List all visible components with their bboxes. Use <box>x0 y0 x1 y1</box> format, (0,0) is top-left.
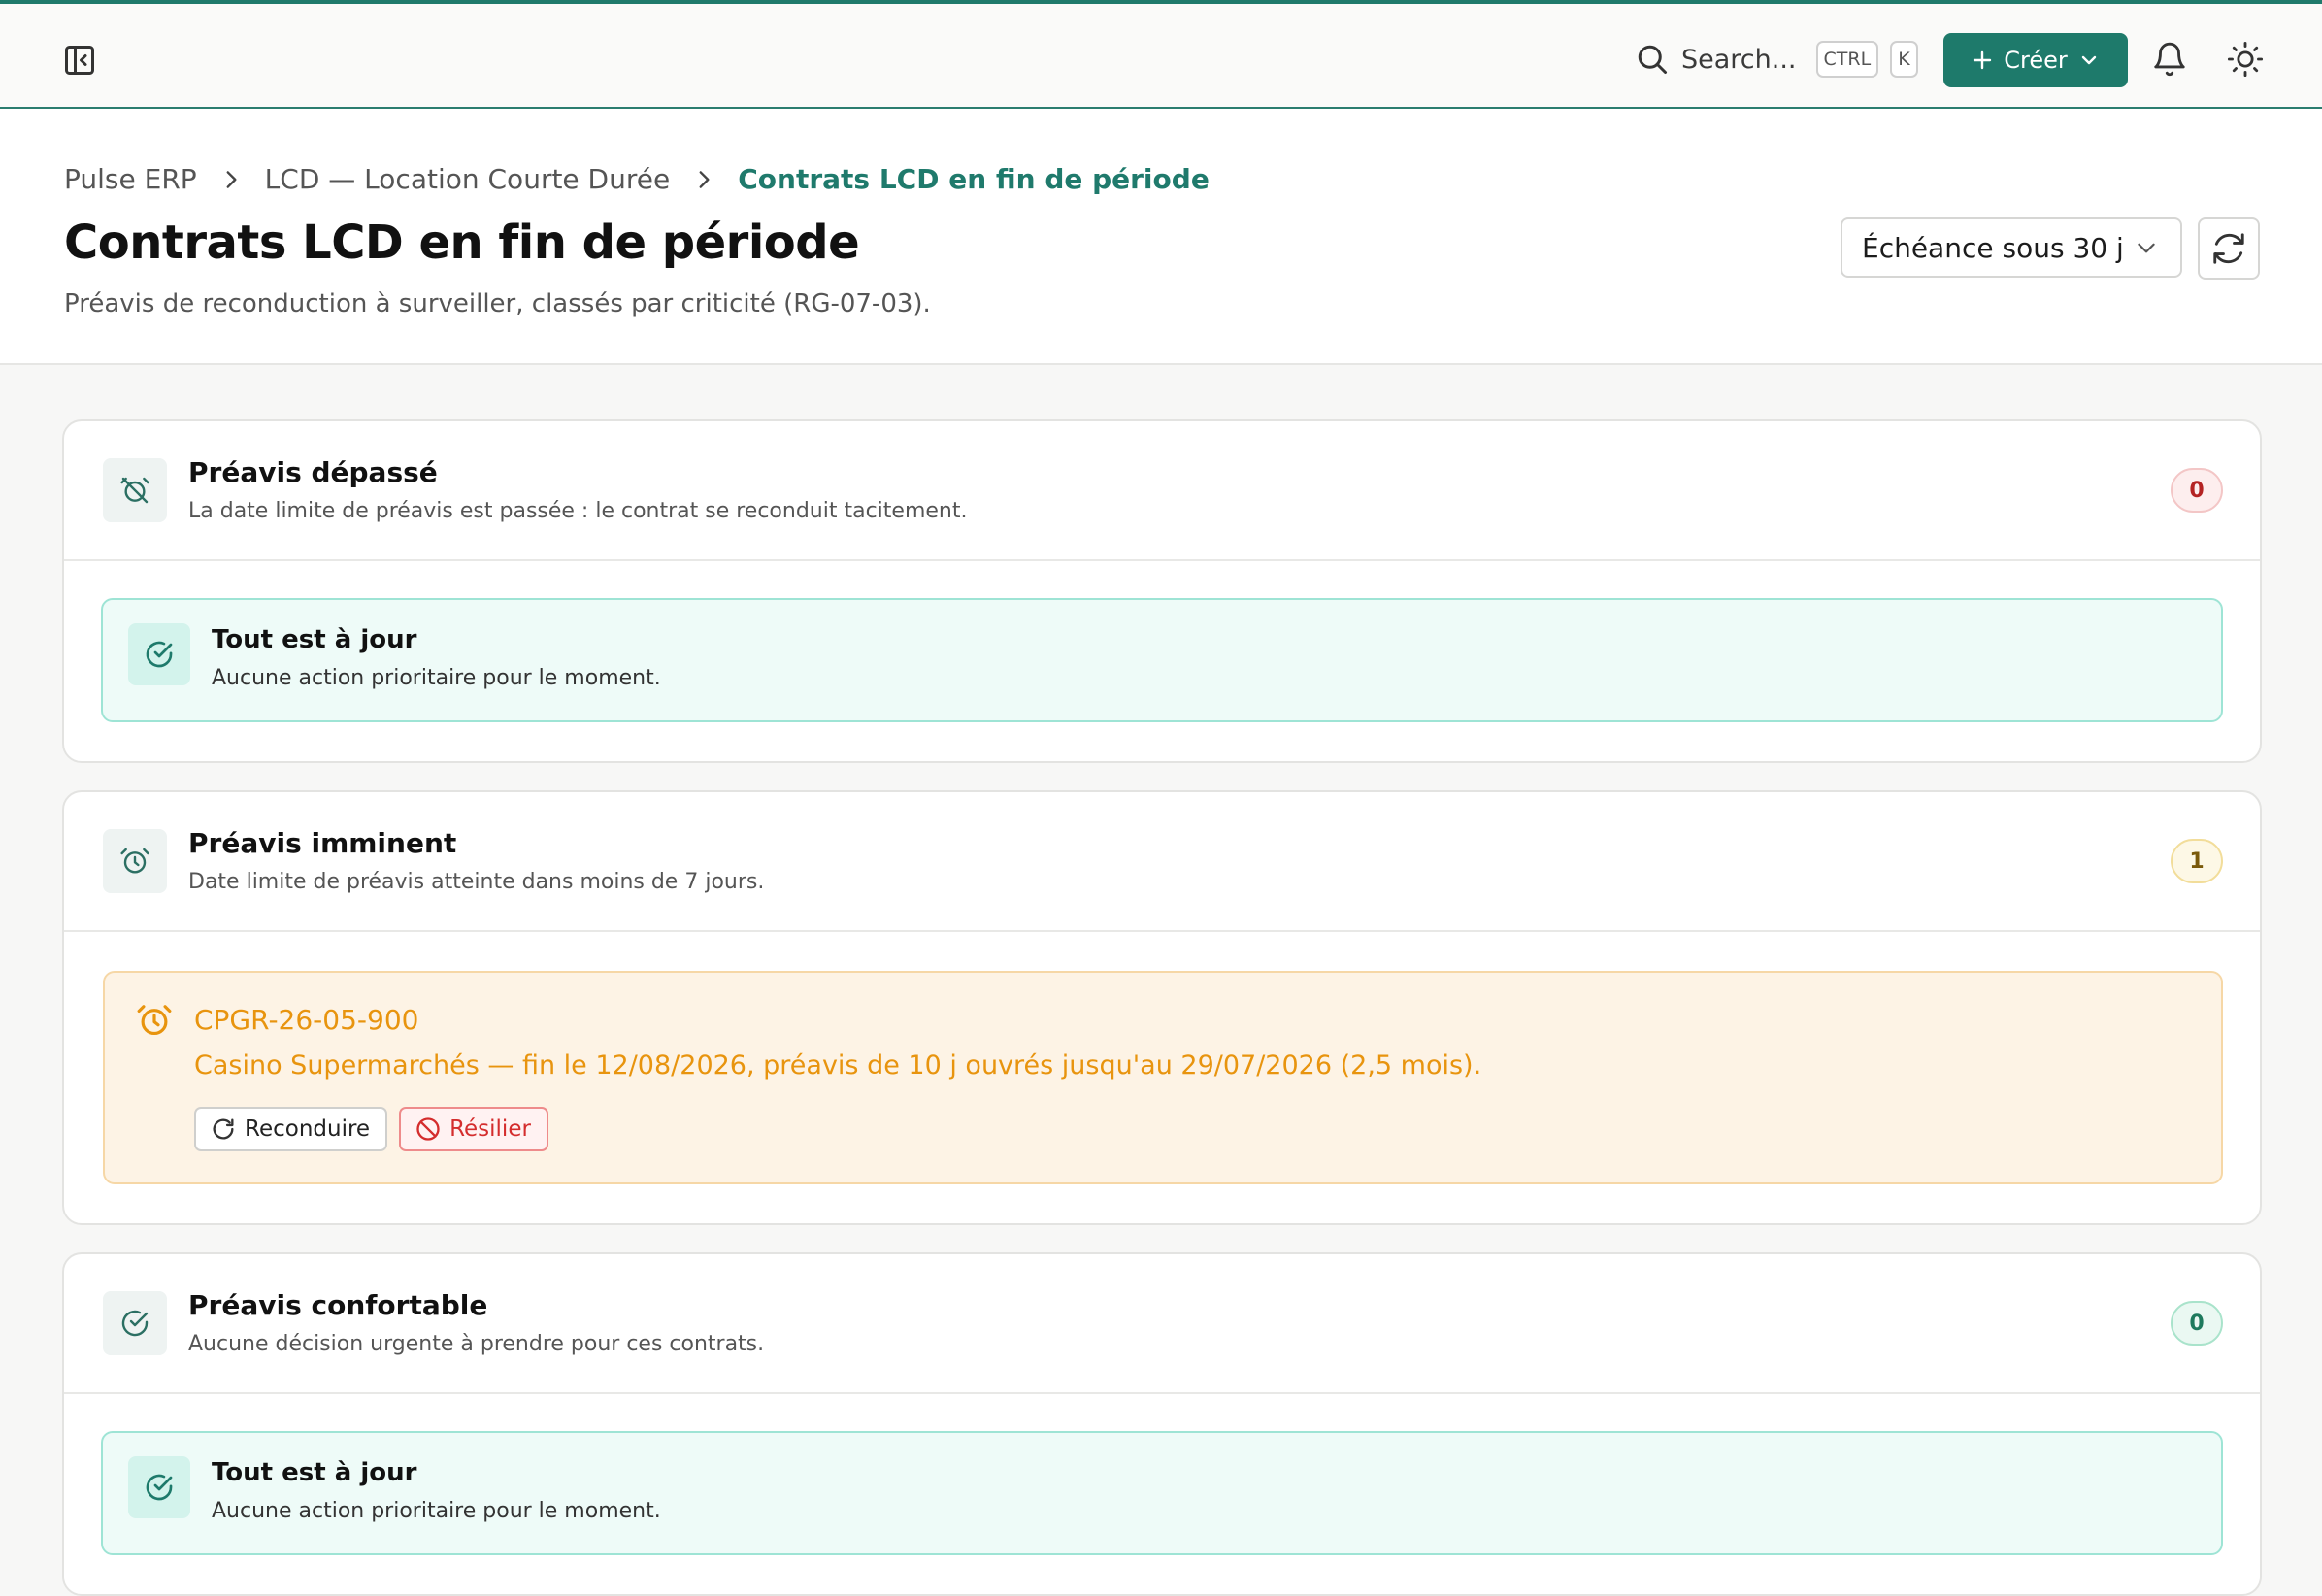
shortcut-key-ctrl: CTRL <box>1815 41 1879 78</box>
plus-icon <box>1974 50 1992 70</box>
alarm-clock-icon <box>103 829 167 893</box>
search-label: Search... <box>1681 44 1797 75</box>
renew-button[interactable]: Reconduire <box>194 1107 388 1151</box>
terminate-button-label: Résilier <box>449 1116 531 1142</box>
count-badge: 1 <box>2171 839 2223 883</box>
section-description: Date limite de préavis atteinte dans moi… <box>188 870 765 894</box>
renew-button-label: Reconduire <box>245 1116 371 1142</box>
sidebar-toggle-icon[interactable] <box>62 43 97 78</box>
period-filter-value: Échéance sous 30 j <box>1862 231 2124 264</box>
count-badge: 0 <box>2171 468 2223 513</box>
empty-state: Tout est à jour Aucune action prioritair… <box>101 598 2223 722</box>
chevron-right-icon <box>699 170 710 188</box>
section-header: Préavis imminent Date limite de préavis … <box>64 792 2260 932</box>
contract-actions: Reconduire Résilier <box>194 1107 548 1151</box>
create-button[interactable]: Créer <box>1943 33 2128 87</box>
refresh-button[interactable] <box>2198 217 2260 280</box>
check-circle-icon <box>128 623 190 685</box>
breadcrumb-item-current: Contrats LCD en fin de période <box>738 163 1210 195</box>
breadcrumb: Pulse ERP LCD — Location Courte Durée Co… <box>64 163 1210 195</box>
empty-state-description: Aucune action prioritaire pour le moment… <box>212 666 661 690</box>
section-imminent: Préavis imminent Date limite de préavis … <box>62 790 2262 1225</box>
refresh-icon <box>2213 233 2244 264</box>
page-subtitle: Préavis de reconduction à surveiller, cl… <box>64 289 931 318</box>
theme-toggle-icon[interactable] <box>2227 41 2264 78</box>
search-icon <box>1638 45 1667 74</box>
check-circle-icon <box>128 1456 190 1518</box>
page-header: Pulse ERP LCD — Location Courte Durée Co… <box>0 109 2322 365</box>
ban-icon <box>416 1117 440 1141</box>
breadcrumb-item-home[interactable]: Pulse ERP <box>64 163 197 195</box>
top-bar: Search... CTRL K Créer <box>0 0 2322 109</box>
count-badge: 0 <box>2171 1301 2223 1346</box>
empty-state-title: Tout est à jour <box>212 1458 417 1487</box>
chevron-right-icon <box>226 170 237 188</box>
page-title: Contrats LCD en fin de période <box>64 216 860 270</box>
section-comfortable: Préavis confortable Aucune décision urge… <box>62 1252 2262 1596</box>
check-circle-icon <box>103 1291 167 1355</box>
bell-icon[interactable] <box>2151 41 2188 78</box>
section-header: Préavis dépassé La date limite de préavi… <box>64 421 2260 561</box>
contract-code[interactable]: CPGR-26-05-900 <box>194 1004 418 1036</box>
chevron-down-icon <box>2138 243 2155 253</box>
section-description: La date limite de préavis est passée : l… <box>188 499 968 523</box>
contract-details: Casino Supermarchés — fin le 12/08/2026,… <box>194 1050 1482 1081</box>
section-title: Préavis dépassé <box>188 456 438 488</box>
shortcut-key-k: K <box>1890 41 1918 78</box>
chevron-down-icon <box>2081 55 2096 65</box>
section-overdue: Préavis dépassé La date limite de préavi… <box>62 419 2262 763</box>
section-title: Préavis confortable <box>188 1289 488 1321</box>
section-header: Préavis confortable Aucune décision urge… <box>64 1254 2260 1394</box>
rotate-icon <box>213 1118 234 1140</box>
search-bar[interactable]: Search... CTRL K <box>1635 39 1918 80</box>
period-filter-select[interactable]: Échéance sous 30 j <box>1841 217 2182 278</box>
section-description: Aucune décision urgente à prendre pour c… <box>188 1332 765 1356</box>
alarm-clock-icon <box>137 1005 172 1036</box>
empty-state-description: Aucune action prioritaire pour le moment… <box>212 1499 661 1523</box>
breadcrumb-item-module[interactable]: LCD — Location Courte Durée <box>265 163 671 195</box>
empty-state-title: Tout est à jour <box>212 625 417 654</box>
empty-state: Tout est à jour Aucune action prioritair… <box>101 1431 2223 1555</box>
alarm-off-icon <box>103 458 167 522</box>
terminate-button[interactable]: Résilier <box>399 1107 548 1151</box>
create-button-label: Créer <box>2004 47 2068 74</box>
contract-alert-item: CPGR-26-05-900 Casino Supermarchés — fin… <box>103 971 2223 1184</box>
section-title: Préavis imminent <box>188 827 457 859</box>
